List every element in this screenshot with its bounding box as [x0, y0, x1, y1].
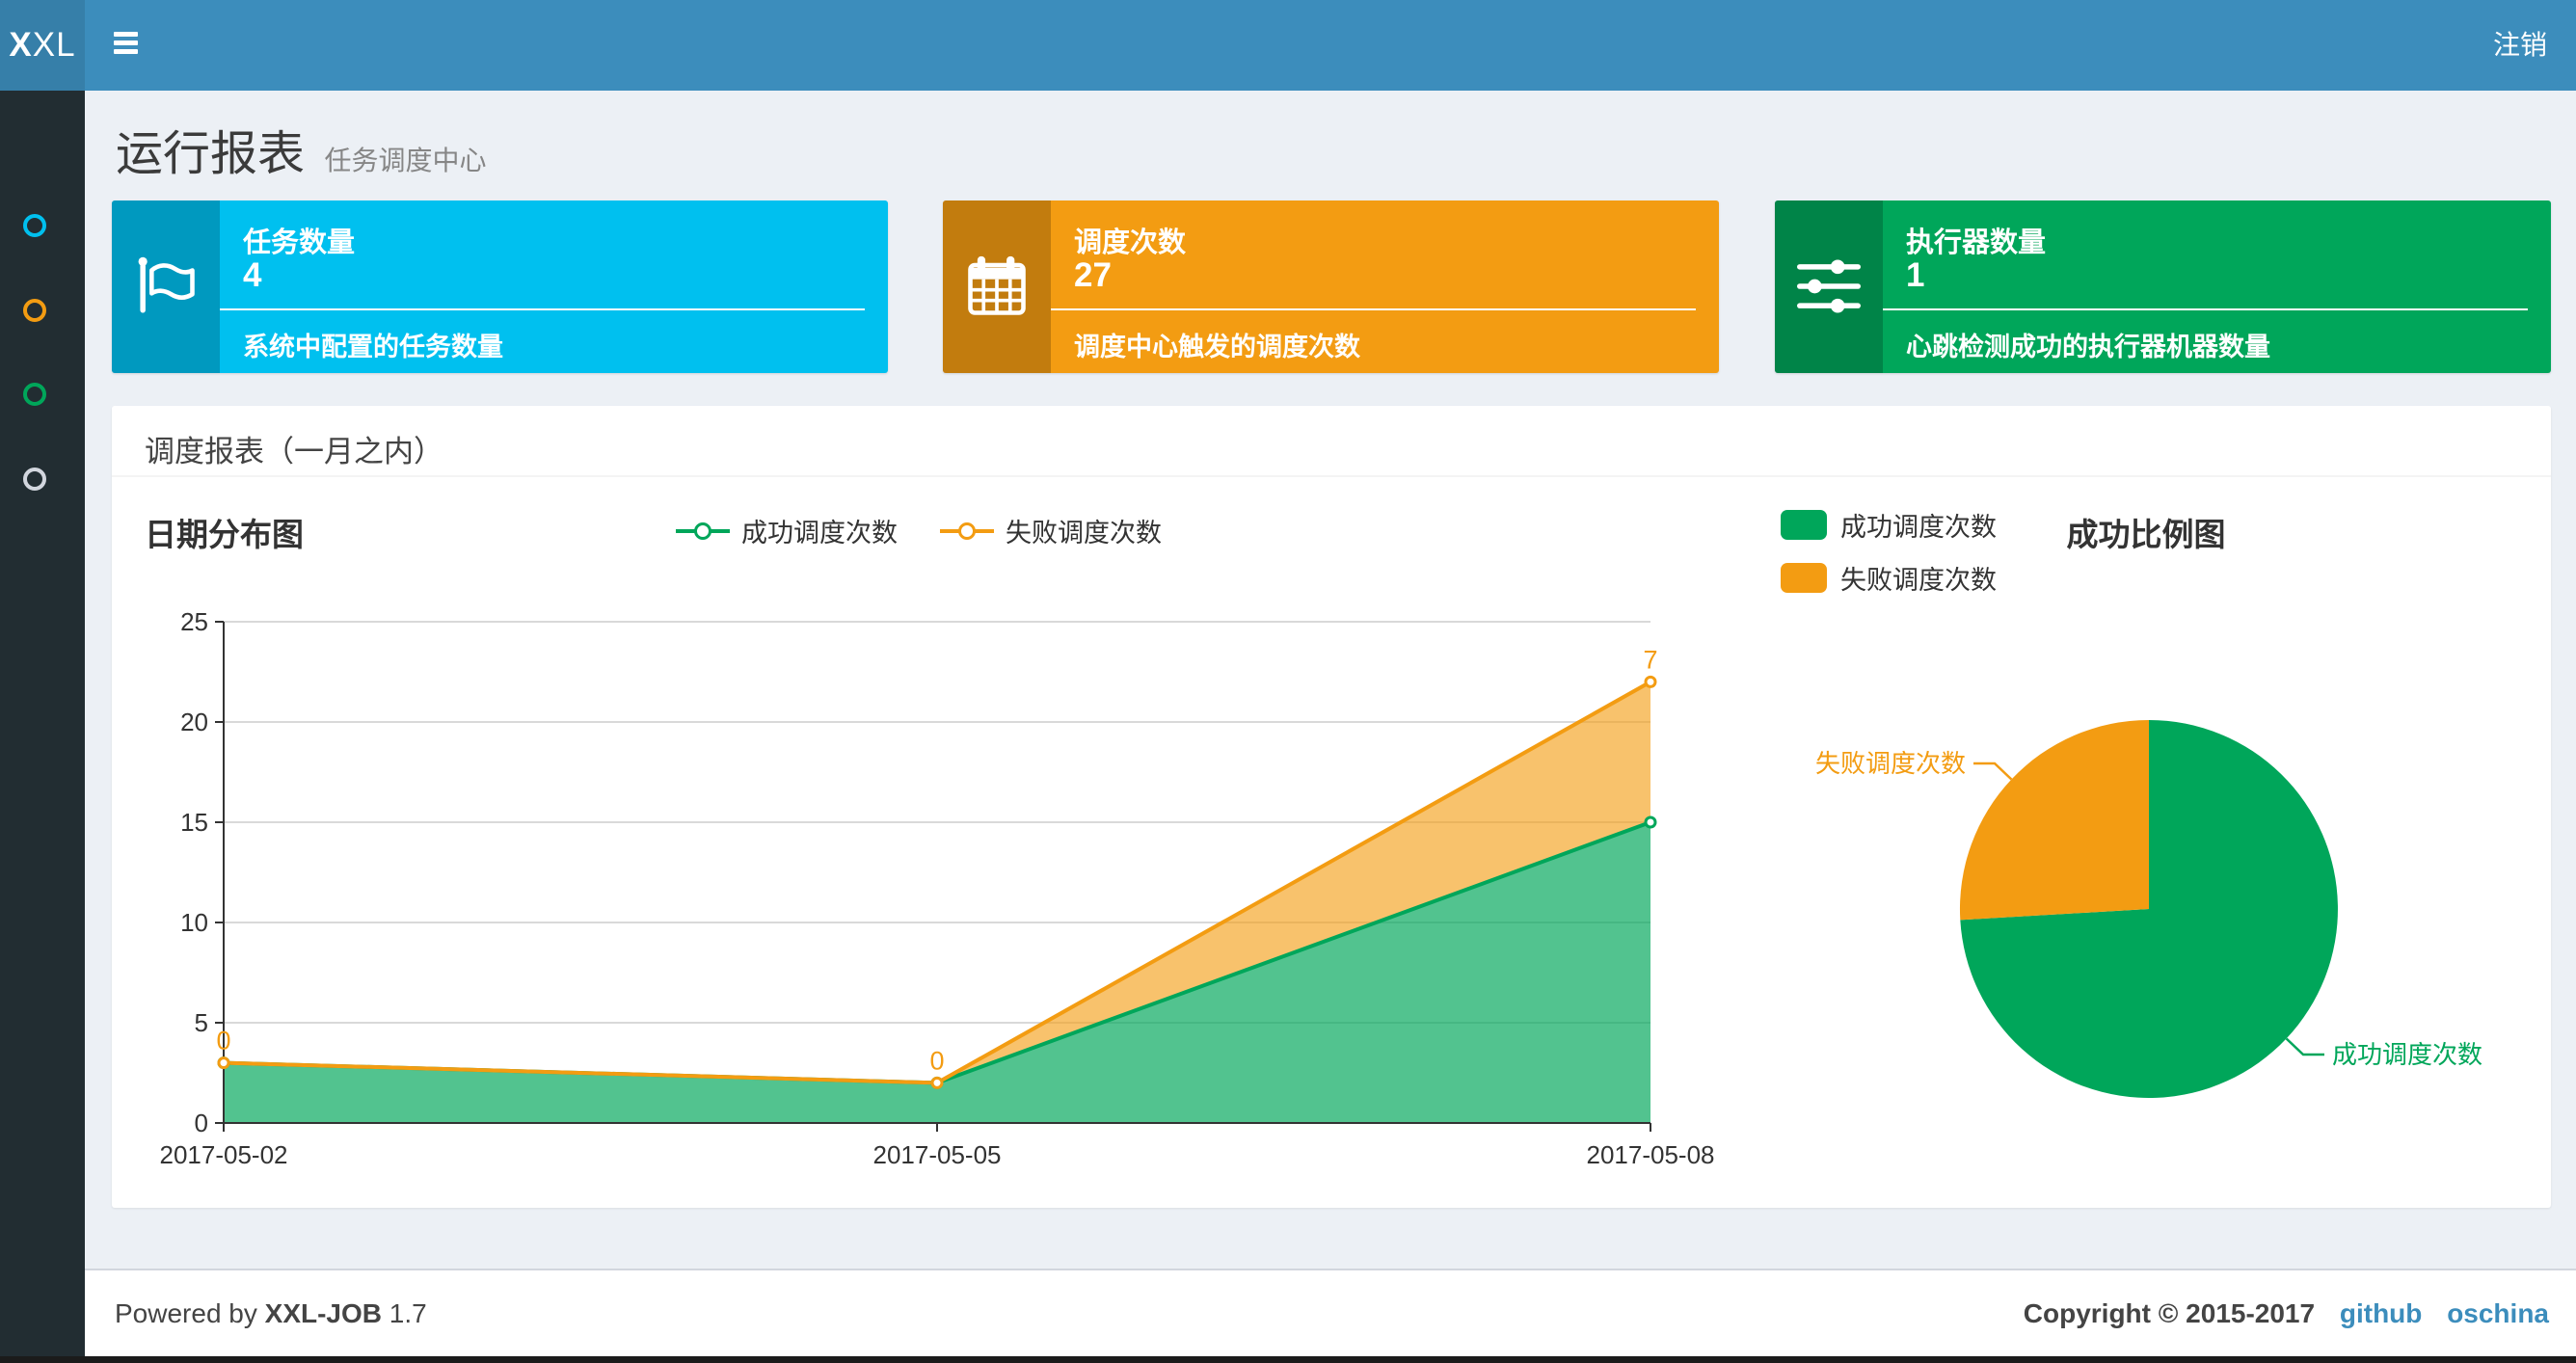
page-title: 运行报表 [116, 128, 306, 180]
hamburger-menu-icon [114, 40, 138, 45]
sidebar-menu [0, 91, 85, 1363]
stat-value: 4 [243, 256, 262, 294]
stat-icon-area [1775, 200, 1883, 373]
stat-divider [1883, 308, 2528, 310]
stat-icon-area [943, 200, 1051, 373]
success-ratio-pie-chart: 成功调度次数 失败调度次数 [1815, 720, 2482, 1098]
stat-value: 27 [1074, 256, 1112, 294]
svg-text:0: 0 [195, 1109, 208, 1137]
svg-text:2017-05-08: 2017-05-08 [1587, 1140, 1715, 1169]
sidebar-item-2[interactable] [0, 267, 85, 352]
copyright-text: Copyright © 2015-2017 [2023, 1298, 2316, 1328]
flag-icon [138, 256, 195, 313]
pie-chart-title: 成功比例图 [2066, 517, 2226, 552]
stat-box-triggers: 调度次数 27 调度中心触发的调度次数 [943, 200, 1719, 373]
hamburger-menu-icon [114, 32, 138, 37]
stat-box-jobs: 任务数量 4 系统中配置的任务数量 [112, 200, 888, 373]
hamburger-menu-icon [114, 49, 138, 54]
oschina-link[interactable]: oschina [2447, 1298, 2549, 1328]
report-panel: 调度报表（一月之内） 日期分布图 成功调度次数 失败调度次数 0 5 10 15 20 2… [112, 406, 2551, 1208]
stat-box-executors: 执行器数量 1 心跳检测成功的执行器机器数量 [1775, 200, 2551, 373]
stat-divider [1051, 308, 1696, 310]
svg-text:20: 20 [180, 708, 208, 736]
date-distribution-chart: 05101520252017-05-02 2017-05-05 2017-05-08… [160, 607, 1715, 1169]
sidebar-toggle-button[interactable] [89, 0, 166, 91]
svg-text:15: 15 [180, 808, 208, 837]
pie-swatch-icon [1781, 510, 1827, 540]
stat-description: 调度中心触发的调度次数 [1074, 333, 1360, 361]
panel-title: 调度报表（一月之内） [145, 435, 443, 468]
svg-text:7: 7 [1643, 645, 1657, 674]
circle-icon [23, 299, 46, 322]
product-name: XXL-JOB [264, 1298, 383, 1328]
svg-text:2017-05-02: 2017-05-02 [160, 1140, 288, 1169]
logout-button[interactable]: 注销 [2464, 0, 2576, 91]
stat-divider [220, 308, 865, 310]
stat-value: 1 [1906, 256, 1925, 294]
stat-title: 任务数量 [243, 227, 356, 258]
top-navbar: XXL 注销 [0, 0, 2576, 91]
pie-chart-legend: 成功调度次数 失败调度次数 [1781, 506, 1997, 597]
product-version: 1.7 [389, 1298, 427, 1328]
legend-item-fail[interactable]: 失败调度次数 [1781, 559, 1997, 597]
stat-title: 执行器数量 [1906, 227, 2047, 258]
circle-icon [23, 468, 46, 491]
svg-text:10: 10 [180, 908, 208, 937]
github-link[interactable]: github [2340, 1298, 2423, 1328]
sidebar-item-1[interactable] [0, 182, 85, 267]
svg-text:25: 25 [180, 607, 208, 636]
legend-label: 成功调度次数 [1840, 513, 1997, 542]
sidebar-item-3[interactable] [0, 351, 85, 436]
powered-prefix: Powered by [115, 1298, 257, 1328]
circle-icon [23, 383, 46, 406]
logo-bold-letter: X [9, 26, 33, 64]
sidebar-item-4[interactable] [0, 436, 85, 521]
stat-title: 调度次数 [1074, 227, 1187, 258]
sliders-icon [1797, 259, 1861, 313]
svg-text:0: 0 [929, 1046, 944, 1075]
calendar-icon [968, 255, 1026, 315]
legend-label: 失败调度次数 [1840, 566, 1997, 595]
svg-text:0: 0 [216, 1027, 230, 1056]
page-heading: 运行报表 任务调度中心 [116, 116, 486, 193]
circle-icon [23, 214, 46, 237]
app-logo[interactable]: XXL [0, 0, 85, 91]
stat-description: 心跳检测成功的执行器机器数量 [1906, 333, 2270, 361]
svg-text:5: 5 [195, 1008, 208, 1037]
stat-icon-area [112, 200, 220, 373]
svg-text:2017-05-05: 2017-05-05 [873, 1140, 1002, 1169]
footer-copyright: Copyright © 2015-2017 github oschina [2024, 1270, 2549, 1356]
legend-item-success[interactable]: 成功调度次数 [1781, 506, 1997, 544]
page-footer: Powered by XXL-JOB 1.7 Copyright © 2015-… [85, 1269, 2576, 1358]
window-bottom-edge [0, 1356, 2576, 1363]
stat-description: 系统中配置的任务数量 [243, 333, 503, 361]
svg-text:失败调度次数: 失败调度次数 [1815, 749, 1966, 778]
footer-powered-by: Powered by XXL-JOB 1.7 [115, 1270, 427, 1356]
logo-text-rest: XL [32, 26, 76, 64]
page-subtitle: 任务调度中心 [324, 146, 487, 175]
panel-header: 调度报表（一月之内） [112, 406, 2551, 477]
svg-text:成功调度次数: 成功调度次数 [2332, 1040, 2482, 1069]
pie-swatch-icon [1781, 563, 1827, 593]
